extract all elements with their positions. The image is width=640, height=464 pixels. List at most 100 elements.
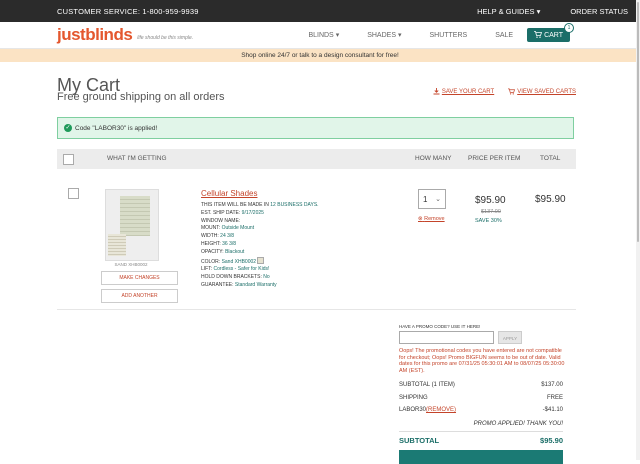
summary-discount-row: LABOR30(REMOVE) -$41.10 (399, 407, 563, 413)
nav-blinds[interactable]: BLINDS ▾ (308, 31, 339, 39)
mount-label: MOUNT: (201, 225, 221, 232)
promo-applied-alert: ✓ Code "LABOR30" is applied! (57, 117, 574, 139)
opacity-value: Blackout (225, 248, 245, 255)
summary-code-label: LABOR30 (399, 407, 427, 413)
product-name-link[interactable]: Cellular Shades (201, 189, 257, 198)
guarantee-row: GUARANTEE: Standard Warranty (201, 282, 319, 290)
ship-date-label: EST. SHIP DATE: (201, 209, 241, 216)
quantity-value: 1 (423, 195, 428, 204)
col-header-qty: HOW MANY (415, 155, 452, 162)
caret-icon: ▾ (335, 32, 340, 39)
nav-links: BLINDS ▾ SHADES ▾ SHUTTERS SALE CART 1 (280, 23, 574, 42)
order-status-link[interactable]: ORDER STATUS (570, 7, 628, 16)
cart-table-header: WHAT I'M GETTING HOW MANY PRICE PER ITEM… (57, 149, 576, 169)
brackets-row: HOLD DOWN BRACKETS: No (201, 274, 319, 282)
width-value: 24 3/8 (220, 233, 235, 240)
cart-icon (508, 88, 516, 95)
guarantee-value: Standard Warranty (234, 281, 277, 288)
view-saved-label: VIEW SAVED CARTS (517, 88, 576, 95)
help-guides-link[interactable]: HELP & GUIDES ▾ (477, 7, 540, 16)
cart-links: SAVE YOUR CART VIEW SAVED CARTS (419, 88, 576, 95)
ship-date-row: EST. SHIP DATE: 9/17/2025 (201, 210, 319, 218)
item-checkbox[interactable] (68, 188, 79, 199)
summary-total-value: $95.90 (540, 436, 563, 445)
nav-sale[interactable]: SALE (495, 32, 513, 39)
help-guides-label: HELP & GUIDES (477, 6, 535, 16)
save-cart-label: SAVE YOUR CART (441, 88, 495, 95)
summary-subtotal-label: SUBTOTAL (1 ITEM) (399, 382, 455, 388)
utility-bar: CUSTOMER SERVICE: 1-800-959-9939 HELP & … (0, 0, 640, 22)
product-details: THIS ITEM WILL BE MADE IN 12 BUSINESS DA… (201, 202, 319, 290)
main-nav: justblinds life should be this simple. B… (0, 22, 640, 49)
summary-total-label: SUBTOTAL (399, 436, 440, 445)
promo-code-label: HAVE A PROMO CODE? USE IT HERE! (399, 324, 481, 329)
promo-code-input[interactable] (399, 331, 494, 344)
window-name-row: WINDOW NAME: (201, 218, 319, 226)
product-sku: SAND XHB0002 (114, 262, 148, 267)
item-total: $95.90 (535, 194, 566, 205)
summary-subtotal-row: SUBTOTAL (1 ITEM) $137.00 (399, 382, 563, 388)
nav-blinds-label: BLINDS (308, 32, 334, 39)
page-scrollbar[interactable] (636, 0, 640, 460)
promo-applied-note: PROMO APPLIED! THANK YOU! (473, 421, 563, 427)
production-time: THIS ITEM WILL BE MADE IN 12 BUSINESS DA… (201, 202, 319, 210)
scrollbar-thumb[interactable] (637, 2, 639, 242)
checkout-button[interactable] (399, 450, 563, 464)
height-label: HEIGHT: (201, 240, 221, 247)
opacity-label: OPACITY: (201, 248, 224, 255)
cart-count-badge: 1 (564, 23, 574, 33)
chevron-down-icon: ⌄ (435, 196, 441, 203)
cart-label: CART (544, 32, 563, 39)
guarantee-label: GUARANTEE: (201, 281, 234, 288)
nav-shades[interactable]: SHADES ▾ (367, 31, 401, 39)
shade-image (120, 196, 150, 236)
add-another-button[interactable]: ADD ANOTHER (101, 289, 178, 303)
width-row: WIDTH: 24 3/8 (201, 233, 319, 241)
logo[interactable]: justblinds (57, 25, 133, 45)
summary-discount-value: -$41.10 (542, 407, 563, 413)
quantity-select[interactable]: 1 ⌄ (418, 189, 446, 209)
download-icon (433, 88, 440, 95)
tagline: life should be this simple. (137, 35, 194, 41)
promo-error-message: Oops! The promotional codes you have ent… (399, 348, 565, 374)
divider (57, 309, 576, 310)
customer-service-phone[interactable]: CUSTOMER SERVICE: 1-800-959-9939 (57, 7, 447, 16)
remove-promo-link[interactable]: (REMOVE) (426, 407, 456, 413)
width-label: WIDTH: (201, 233, 219, 240)
col-header-total: TOTAL (540, 155, 561, 162)
summary-divider (399, 431, 563, 432)
nav-shades-label: SHADES (367, 32, 396, 39)
remove-item-link[interactable]: ⊗ Remove (418, 216, 445, 222)
help-caret-icon: ▾ (536, 6, 541, 16)
height-row: HEIGHT: 36 3/8 (201, 241, 319, 249)
apply-promo-button[interactable]: APPLY (498, 331, 522, 344)
height-value: 36 3/8 (222, 240, 237, 247)
remove-label: Remove (424, 216, 445, 222)
check-circle-icon: ✓ (64, 124, 72, 132)
promo-banner: Shop online 24/7 or talk to a design con… (0, 49, 640, 62)
cart-button[interactable]: CART 1 (527, 23, 574, 42)
view-saved-carts-link[interactable]: VIEW SAVED CARTS (508, 88, 576, 95)
summary-shipping-value: FREE (546, 395, 563, 401)
color-row: COLOR: Sand XHB0002 (201, 256, 319, 267)
remove-icon: ⊗ (418, 216, 423, 222)
color-swatch-icon[interactable] (257, 256, 265, 264)
production-days: 12 BUSINESS DAYS. (270, 202, 319, 208)
lift-label: LIFT: (201, 266, 213, 273)
summary-shipping-row: SHIPPING FREE (399, 395, 563, 401)
ship-date-value: 9/17/2025 (241, 209, 264, 216)
col-header-item: WHAT I'M GETTING (107, 155, 167, 162)
lift-row: LIFT: Cordless - Safer for Kids! (201, 266, 319, 274)
alert-text: Code "LABOR30" is applied! (75, 124, 158, 132)
save-cart-link[interactable]: SAVE YOUR CART (433, 88, 494, 95)
product-image[interactable] (105, 189, 159, 261)
make-changes-button[interactable]: MAKE CHANGES (101, 271, 178, 285)
brackets-label: HOLD DOWN BRACKETS: (201, 274, 262, 281)
mount-row: MOUNT: Outside Mount (201, 225, 319, 233)
page-subtitle: Free ground shipping on all orders (57, 91, 225, 103)
select-all-checkbox[interactable] (63, 154, 74, 165)
nav-shutters[interactable]: SHUTTERS (429, 32, 467, 39)
summary-total-row: SUBTOTAL $95.90 (399, 436, 563, 445)
summary-shipping-label: SHIPPING (399, 395, 428, 401)
item-savings: SAVE 30% (475, 218, 502, 224)
